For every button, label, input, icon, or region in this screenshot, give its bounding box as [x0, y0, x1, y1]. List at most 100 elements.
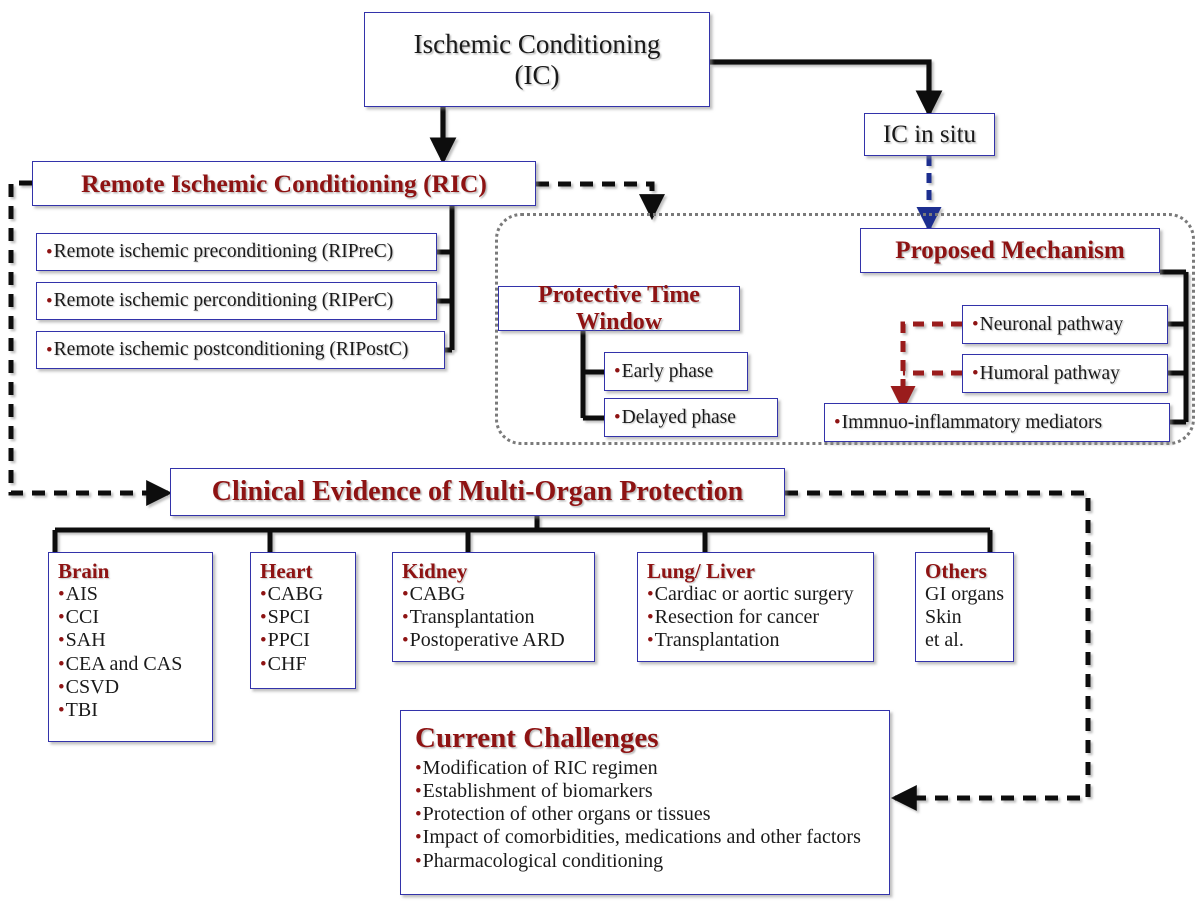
bullet-icon: • [972, 363, 979, 384]
organ-brain-item-0: AIS [65, 583, 98, 606]
ischemic-conditioning-line1: Ischemic Conditioning [413, 29, 661, 60]
current-challenges-item-3: Impact of comorbidities, medications and… [422, 826, 861, 849]
node-mechanism-item-2[interactable]: • Immnuo-inflammatory mediators [824, 403, 1170, 442]
node-ptw-item-0[interactable]: • Early phase [604, 352, 748, 391]
bullet-icon: • [260, 653, 267, 675]
organ-kidney-item-0: CABG [409, 583, 466, 606]
bullet-icon: • [402, 630, 409, 652]
node-ric-item-1[interactable]: • Remote ischemic perconditioning (RIPer… [36, 282, 437, 320]
bullet-icon: • [415, 827, 422, 849]
current-challenges-item-1: Establishment of biomarkers [422, 780, 653, 803]
list-item: • CCI [58, 606, 204, 629]
list-item: • Resection for cancer [647, 606, 865, 629]
node-mechanism-item-0[interactable]: • Neuronal pathway [962, 305, 1168, 344]
bullet-icon: • [834, 412, 841, 433]
organ-lung-liver-item-1: Resection for cancer [654, 606, 820, 629]
current-challenges-item-0: Modification of RIC regimen [422, 756, 658, 779]
list-item: • CEA and CAS [58, 653, 204, 676]
bullet-icon: • [415, 850, 422, 872]
node-ptw-item-1[interactable]: • Delayed phase [604, 398, 778, 437]
bullet-icon: • [58, 607, 65, 629]
bullet-icon: • [58, 676, 65, 698]
list-item: • Transplantation [647, 629, 865, 652]
current-challenges-heading: Current Challenges [415, 722, 659, 754]
organ-brain-item-1: CCI [65, 606, 99, 629]
ptw-item-0-label: Early phase [621, 360, 714, 382]
ric-item-2-label: Remote ischemic postconditioning (RIPost… [53, 339, 409, 361]
node-organ-kidney[interactable]: Kidney • CABG • Transplantation • Postopera… [392, 552, 595, 662]
bullet-icon: • [58, 653, 65, 675]
node-ric[interactable]: Remote Ischemic Conditioning (RIC) [32, 161, 536, 206]
bullet-icon: • [402, 607, 409, 629]
organ-brain-item-5: TBI [65, 698, 98, 721]
list-item: • Postoperative ARD [402, 629, 586, 652]
list-item: • CABG [402, 583, 586, 606]
bullet-icon: • [46, 241, 53, 263]
bullet-icon: • [647, 630, 654, 652]
node-ischemic-conditioning[interactable]: Ischemic Conditioning (IC) [364, 12, 710, 107]
bullet-icon: • [647, 584, 654, 606]
ric-item-1-label: Remote ischemic perconditioning (RIPerC) [53, 290, 394, 312]
node-ic-in-situ[interactable]: IC in situ [864, 113, 995, 156]
list-item: • CSVD [58, 676, 204, 699]
list-item: • PPCI [260, 629, 347, 652]
bullet-icon: • [647, 607, 654, 629]
node-current-challenges[interactable]: Current Challenges • Modification of RIC … [400, 710, 890, 895]
ric-item-0-label: Remote ischemic preconditioning (RIPreC) [53, 241, 394, 263]
mechanism-item-2-label: Immnuo-inflammatory mediators [841, 411, 1103, 433]
bullet-icon: • [614, 361, 621, 382]
node-organ-others[interactable]: Others GI organs Skin et al. [915, 552, 1014, 662]
node-organ-lung-liver[interactable]: Lung/ Liver • Cardiac or aortic surgery •… [637, 552, 874, 662]
organ-lung-liver-heading: Lung/ Liver [647, 559, 755, 583]
node-ric-item-0[interactable]: • Remote ischemic preconditioning (RIPre… [36, 233, 437, 271]
bullet-icon: • [58, 630, 65, 652]
organ-lung-liver-item-2: Transplantation [654, 629, 780, 652]
list-item: • SAH [58, 629, 204, 652]
bullet-icon: • [58, 699, 65, 721]
list-item: • TBI [58, 699, 204, 722]
list-item: • Protection of other organs or tissues [415, 803, 879, 826]
list-item: • Cardiac or aortic surgery [647, 583, 865, 606]
organ-heart-item-2: PPCI [267, 629, 310, 652]
current-challenges-item-2: Protection of other organs or tissues [422, 803, 711, 826]
organ-others-heading: Others [925, 559, 987, 583]
bullet-icon: • [415, 781, 422, 803]
flowchart-canvas: Ischemic Conditioning (IC) IC in situ Re… [0, 0, 1200, 910]
organ-heart-heading: Heart [260, 559, 313, 583]
mechanism-item-0-label: Neuronal pathway [979, 313, 1124, 335]
bullet-icon: • [415, 804, 422, 826]
ischemic-conditioning-line2: (IC) [514, 59, 560, 90]
list-item: • Impact of comorbidities, medications an… [415, 826, 879, 849]
organ-brain-item-4: CSVD [65, 675, 120, 698]
organ-lung-liver-item-0: Cardiac or aortic surgery [654, 583, 854, 606]
node-proposed-mechanism[interactable]: Proposed Mechanism [860, 228, 1160, 273]
node-ric-item-2[interactable]: • Remote ischemic postconditioning (RIPo… [36, 331, 445, 369]
organ-brain-item-2: SAH [65, 629, 106, 652]
node-protective-time-window[interactable]: Protective Time Window [498, 282, 740, 335]
ric-label: Remote Ischemic Conditioning (RIC) [81, 168, 487, 198]
bullet-icon: • [260, 607, 267, 629]
bullet-icon: • [46, 290, 53, 312]
node-mechanism-item-1[interactable]: • Humoral pathway [962, 354, 1168, 393]
connector-ic-to-ic-in-situ [710, 59, 943, 118]
list-item: • Pharmacological conditioning [415, 850, 879, 873]
bullet-icon: • [260, 630, 267, 652]
organ-brain-item-3: CEA and CAS [65, 652, 183, 675]
protective-time-window-label: Protective Time Window [538, 281, 700, 335]
organ-heart-item-3: CHF [267, 652, 307, 675]
list-item: • Transplantation [402, 606, 586, 629]
mechanism-item-1-label: Humoral pathway [979, 362, 1120, 384]
organ-others-item-2: et al. [925, 629, 964, 652]
bullet-icon: • [402, 584, 409, 606]
list-item: • SPCI [260, 606, 347, 629]
organ-heart-item-0: CABG [267, 583, 324, 606]
node-organ-heart[interactable]: Heart • CABG • SPCI • PPCI • CHF [250, 552, 356, 689]
organ-others-item-0: GI organs [925, 583, 1005, 606]
bullet-icon: • [972, 314, 979, 335]
node-clinical-evidence[interactable]: Clinical Evidence of Multi-Organ Protect… [170, 468, 785, 516]
node-organ-brain[interactable]: Brain • AIS • CCI • SAH • CEA and CAS • CSVD … [48, 552, 213, 742]
bullet-icon: • [260, 584, 267, 606]
organ-brain-heading: Brain [58, 559, 110, 583]
bullet-icon: • [46, 339, 53, 361]
list-item: • Establishment of biomarkers [415, 780, 879, 803]
